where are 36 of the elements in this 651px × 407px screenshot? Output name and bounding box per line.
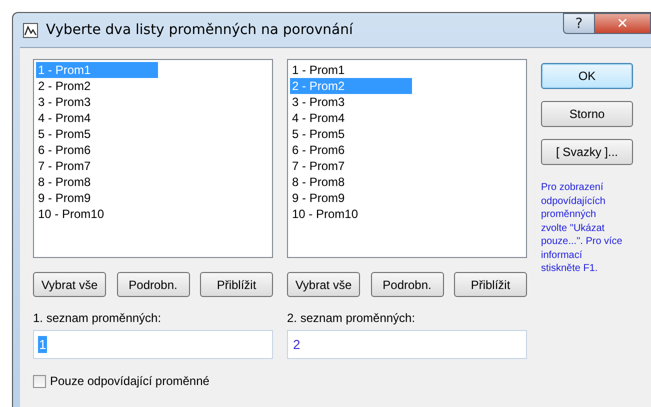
list-item[interactable]: 4 - Prom4 xyxy=(36,110,158,126)
window-title: Vyberte dva listy proměnných na porovnání xyxy=(46,22,353,38)
hint-text: Pro zobrazení odpovídajících proměnných zvolte "Ukázat pouze...". Pro více informací stiskněte F1. xyxy=(541,181,623,276)
list-item[interactable]: 10 - Prom10 xyxy=(36,206,158,222)
list-item[interactable]: 6 - Prom6 xyxy=(36,142,158,158)
field-label: 1. seznam proměnných: xyxy=(33,311,162,325)
list-item[interactable]: 5 - Prom5 xyxy=(290,126,412,142)
action-button[interactable]: Vybrat vše xyxy=(33,272,106,297)
checkbox[interactable] xyxy=(33,374,46,388)
list-item[interactable]: 4 - Prom4 xyxy=(290,110,412,126)
list-item[interactable]: 7 - Prom7 xyxy=(290,158,412,174)
list-item[interactable]: 1 - Prom1 xyxy=(290,62,412,78)
list-item[interactable]: 10 - Prom10 xyxy=(290,206,412,222)
list-item[interactable]: 7 - Prom7 xyxy=(36,158,158,174)
list-item[interactable]: 5 - Prom5 xyxy=(36,126,158,142)
list-item[interactable]: 8 - Prom8 xyxy=(290,174,412,190)
dialog-button[interactable]: Storno xyxy=(541,101,633,127)
action-button[interactable]: Přiblížit xyxy=(454,272,527,297)
list-item[interactable]: 3 - Prom3 xyxy=(290,94,412,110)
list-item[interactable]: 3 - Prom3 xyxy=(36,94,158,110)
input-field[interactable]: 2 xyxy=(287,330,527,359)
list-item[interactable]: 2 - Prom2 xyxy=(36,78,158,94)
action-button[interactable]: Podrobn. xyxy=(116,272,190,297)
field-label: 2. seznam proměnných: xyxy=(287,311,416,325)
list-item[interactable]: 9 - Prom9 xyxy=(36,190,158,206)
dialog-button[interactable]: [ Svazky ]... xyxy=(541,139,633,165)
dialog-button[interactable]: OK xyxy=(541,63,633,89)
chart-icon xyxy=(23,22,38,38)
action-button[interactable]: Podrobn. xyxy=(370,272,444,297)
help-button[interactable]: ? xyxy=(563,13,595,34)
action-button[interactable]: Vybrat vše xyxy=(287,272,360,297)
list-item[interactable]: 8 - Prom8 xyxy=(36,174,158,190)
checkbox-label: Pouze odpovídající proměnné xyxy=(50,374,210,388)
action-button[interactable]: Přiblížit xyxy=(200,272,273,297)
list-item[interactable]: 9 - Prom9 xyxy=(290,190,412,206)
list-item[interactable]: 6 - Prom6 xyxy=(290,142,412,158)
